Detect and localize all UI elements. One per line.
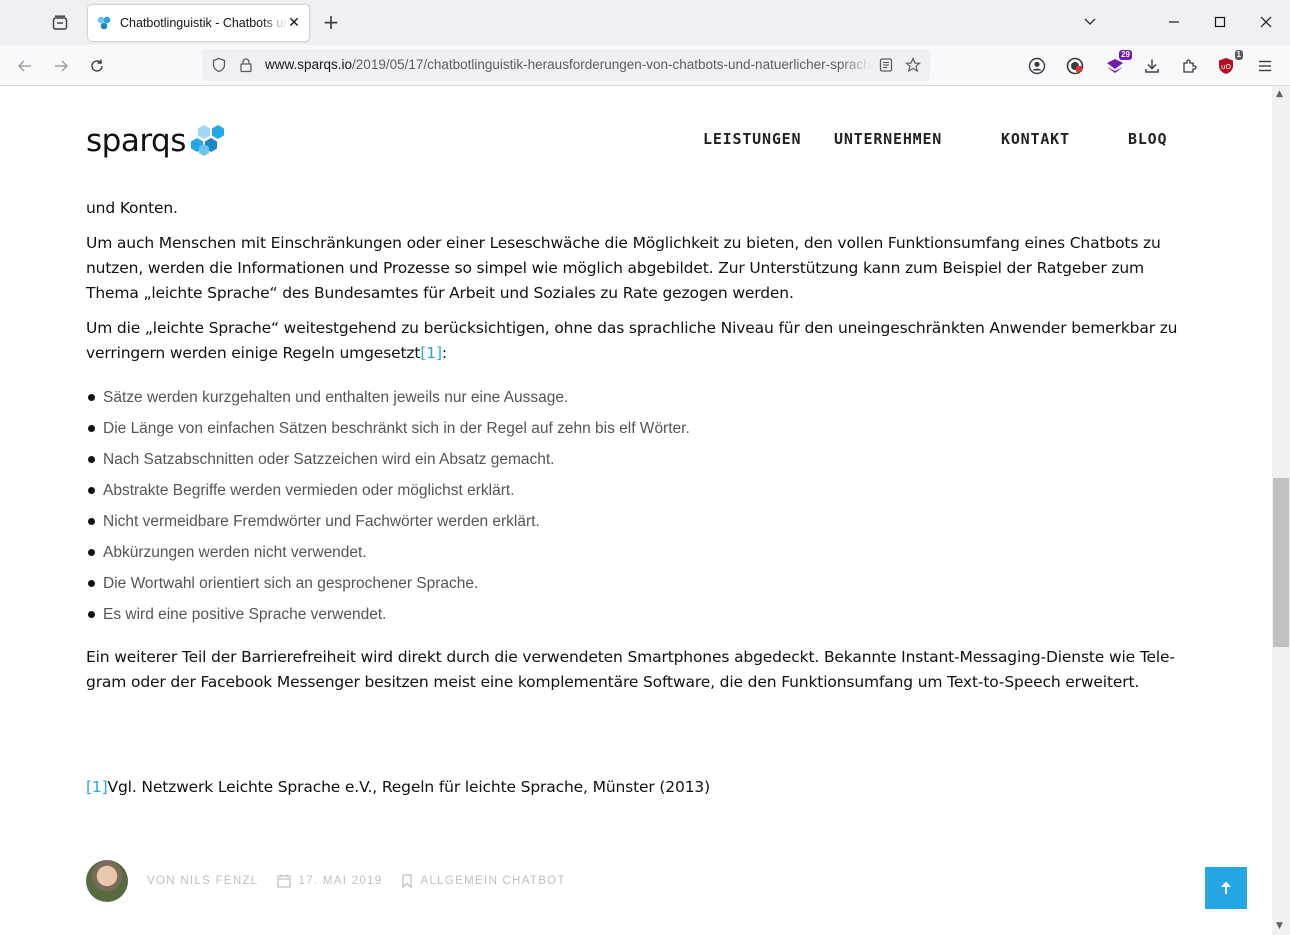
firefox-view-icon[interactable] xyxy=(48,11,72,35)
scrollbar-thumb[interactable] xyxy=(1273,478,1289,647)
author-name[interactable]: VON NILS FENZL xyxy=(147,875,259,887)
rules-list: Sätze werden kurzgehalten und enthalten … xyxy=(86,382,1186,630)
forward-arrow-icon[interactable] xyxy=(49,54,73,78)
list-item: Es wird eine positive Sprache verwendet. xyxy=(86,599,1186,630)
list-item: Nach Satzabschnitten oder Satzzeichen wi… xyxy=(86,444,1186,475)
nav-blog[interactable]: BLOQ xyxy=(1128,130,1167,148)
tracking-protection-shield-icon[interactable] xyxy=(211,57,227,73)
author-avatar[interactable] xyxy=(86,860,128,902)
privacy-extension-icon[interactable] xyxy=(1063,54,1087,78)
reader-view-icon[interactable] xyxy=(878,57,894,73)
extensions-puzzle-icon[interactable] xyxy=(1177,54,1201,78)
sparqs-logo[interactable]: sparqs xyxy=(86,124,230,158)
downloads-icon[interactable] xyxy=(1140,54,1164,78)
nav-leistungen[interactable]: LEISTUNGEN xyxy=(703,130,801,148)
paragraph-partial: und Konten. xyxy=(86,199,178,217)
paragraph-smartphones: Ein weiterer Teil der Barrierefreiheit w… xyxy=(86,648,1175,691)
page-scrollbar[interactable]: ▲ ▼ xyxy=(1272,86,1290,935)
list-item: Abkürzungen werden nicht verwendet. xyxy=(86,537,1186,568)
active-tab[interactable]: Chatbotlinguistik - Chatbots und natürli… xyxy=(88,5,309,41)
list-item: Nicht vermeidbare Fremdwörter und Fachwö… xyxy=(86,506,1186,537)
account-icon[interactable] xyxy=(1025,54,1049,78)
svg-text:uO: uO xyxy=(1221,63,1231,71)
tab-close-icon[interactable]: ✕ xyxy=(287,15,301,31)
tab-title: Chatbotlinguistik - Chatbots und natürli… xyxy=(120,16,287,30)
browser-tab-bar: Chatbotlinguistik - Chatbots und natürli… xyxy=(0,0,1290,45)
site-header: sparqs LEISTUNGEN UNTERNEHMEN KONTAKT BL… xyxy=(0,86,1272,186)
bookmark-icon xyxy=(401,874,413,888)
minimize-button[interactable] xyxy=(1163,11,1185,33)
list-item: Sätze werden kurzgehalten und enthalten … xyxy=(86,382,1186,413)
hamburger-menu-icon[interactable] xyxy=(1253,54,1277,78)
scroll-down-icon[interactable]: ▼ xyxy=(1276,921,1283,931)
calendar-icon xyxy=(276,874,291,888)
post-categories[interactable]: ALLGEMEIN CHATBOT xyxy=(421,875,566,887)
footnote-text: Vgl. Netzwerk Leichte Sprache e.V., Rege… xyxy=(107,778,711,796)
nav-unternehmen[interactable]: UNTERNEHMEN xyxy=(834,130,942,148)
footnote-link[interactable]: [1] xyxy=(420,344,442,362)
maximize-button[interactable] xyxy=(1209,11,1231,33)
new-tab-button[interactable]: + xyxy=(320,12,342,34)
paragraph-accessibility: Um auch Menschen mit Einschränkungen ode… xyxy=(86,234,1161,302)
reload-icon[interactable] xyxy=(85,54,109,78)
browser-nav-bar: www.sparqs.io/2019/05/17/chatbotlinguist… xyxy=(0,45,1290,86)
nav-kontakt[interactable]: KONTAKT xyxy=(1001,130,1070,148)
download-extension-icon[interactable]: 29 xyxy=(1103,50,1132,78)
url-host: www.sparqs.io xyxy=(265,57,353,72)
ublock-badge-count: 1 xyxy=(1234,50,1243,60)
footnote-backlink[interactable]: [1] xyxy=(86,778,108,796)
arrow-up-icon xyxy=(1221,881,1231,894)
ublock-origin-icon[interactable]: uO 1 xyxy=(1214,50,1243,78)
window-close-button[interactable] xyxy=(1255,11,1277,33)
post-date: 17. MAI 2019 xyxy=(298,875,383,887)
logo-wordmark: sparqs xyxy=(86,122,186,159)
list-item: Abstrakte Begriffe werden vermieden oder… xyxy=(86,475,1186,506)
extension-badge-count: 29 xyxy=(1119,50,1132,60)
sparqs-favicon-icon xyxy=(96,15,112,31)
bookmark-star-icon[interactable] xyxy=(904,57,922,73)
back-arrow-icon[interactable] xyxy=(13,54,37,78)
paragraph-easy-language-text: Um die „leichte Sprache“ weitestgehend z… xyxy=(86,319,1178,362)
paragraph-easy-language: Um die „leichte Sprache“ weitestgehend z… xyxy=(86,316,1186,366)
list-item: Die Wortwahl orientiert sich an gesproch… xyxy=(86,568,1186,599)
web-page: und Konten. Um auch Menschen mit Einschr… xyxy=(0,86,1272,935)
tab-list-chevron-icon[interactable] xyxy=(1082,13,1098,33)
scroll-to-top-button[interactable] xyxy=(1205,867,1247,909)
url-text[interactable]: www.sparqs.io/2019/05/17/chatbotlinguist… xyxy=(265,57,871,72)
address-bar[interactable]: www.sparqs.io/2019/05/17/chatbotlinguist… xyxy=(202,49,930,81)
paragraph-colon: : xyxy=(441,344,447,362)
post-meta: VON NILS FENZL 17. MAI 2019 ALLGEMEIN CH… xyxy=(86,860,566,902)
hexagon-logo-icon xyxy=(190,125,224,156)
list-item: Die Länge von einfachen Sätzen beschränk… xyxy=(86,413,1186,444)
scroll-up-icon[interactable]: ▲ xyxy=(1276,89,1283,99)
lock-icon[interactable] xyxy=(238,57,254,73)
url-path: /2019/05/17/chatbotlinguistik-herausford… xyxy=(352,57,871,72)
footnote: [1]Vgl. Netzwerk Leichte Sprache e.V., R… xyxy=(86,775,1186,800)
